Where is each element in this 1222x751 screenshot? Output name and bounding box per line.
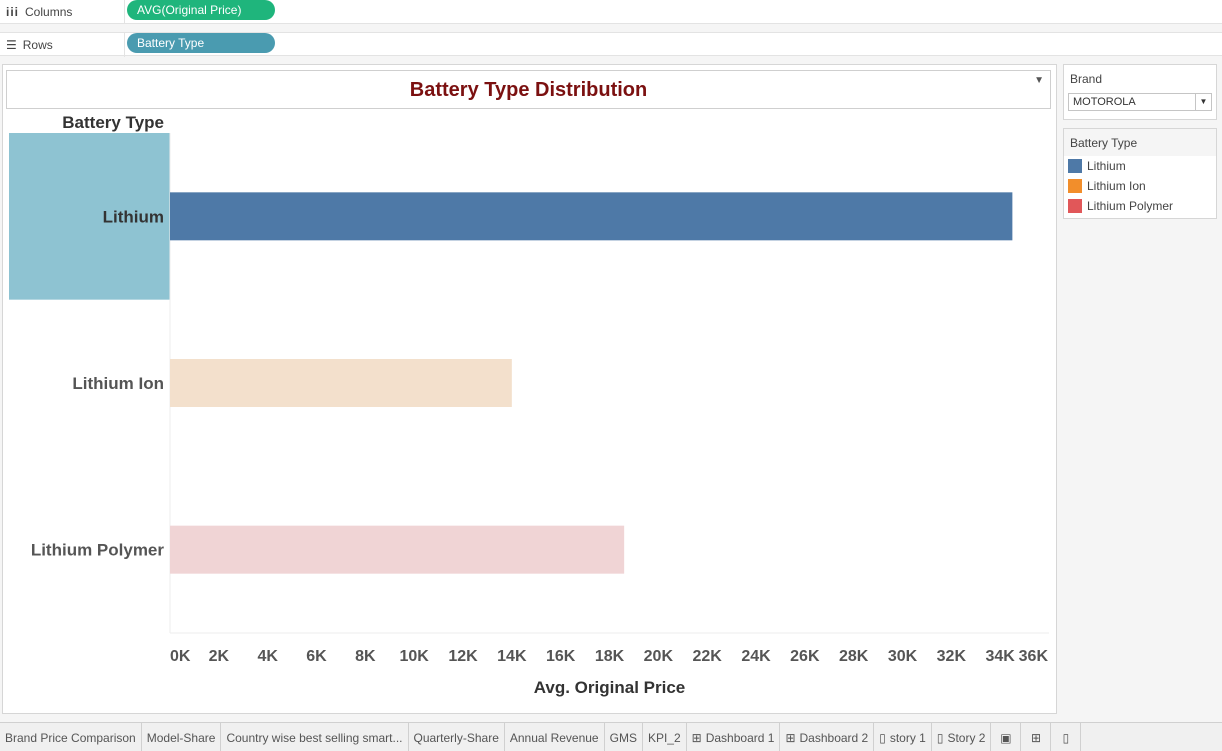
sheet-tab[interactable]: ⊞ Dashboard 2 [780, 723, 875, 751]
x-tick-label: 16K [546, 648, 576, 665]
sheet-tab-label: Story 2 [947, 730, 986, 745]
sheet-tab-label: KPI_2 [647, 730, 681, 745]
x-tick-label: 30K [888, 648, 918, 665]
columns-icon: iii [6, 5, 20, 19]
legend-card: Battery Type Lithium Lithium Ion Lithium P… [1063, 128, 1217, 219]
rows-label-text: Rows [22, 38, 53, 52]
sheet-tab[interactable]: Annual Revenue [505, 723, 605, 751]
x-tick-label: 20K [644, 648, 674, 665]
category-label: Lithium Polymer [31, 541, 165, 560]
sheet-tab-label: Dashboard 1 [705, 730, 775, 745]
sheet-tab-label: Country wise best selling smart... [226, 730, 403, 745]
chevron-down-icon[interactable]: ▼ [1195, 94, 1211, 110]
sheet-tab[interactable]: ▯ story 1 [874, 723, 932, 751]
sheet-tab[interactable]: ⊞ Dashboard 1 [687, 723, 781, 751]
sheet-tab[interactable]: Country wise best selling smart... [221, 723, 409, 751]
legend-item[interactable]: Lithium Polymer [1064, 196, 1216, 216]
tableau-workspace: iii Columns AVG(Original Price) ☰ Rows B… [0, 0, 1222, 751]
legend-item[interactable]: Lithium [1064, 156, 1216, 176]
x-tick-label: 12K [448, 648, 478, 665]
bar [170, 192, 1013, 241]
sheet-tab-label: Brand Price Comparison [5, 730, 136, 745]
rows-pill[interactable]: Battery Type [127, 33, 275, 53]
x-tick-label: 4K [257, 648, 278, 665]
columns-shelf[interactable]: iii Columns AVG(Original Price) [0, 0, 1222, 24]
new-worksheet-icon[interactable]: ▣ [991, 723, 1022, 751]
dashboard-icon: ⊞ [691, 730, 702, 745]
bar-chart: Battery Type Lithium Lithium Ion Lithium Po… [9, 113, 1049, 697]
legend-swatch [1068, 179, 1082, 193]
x-tick-label: 28K [839, 648, 869, 665]
x-tick-label: 6K [306, 648, 327, 665]
x-tick-label: 22K [692, 648, 722, 665]
columns-shelf-label: iii Columns [6, 0, 72, 24]
brand-filter-title: Brand [1070, 72, 1103, 86]
sheet-tab-label: story 1 [889, 730, 926, 745]
x-tick-label: 24K [741, 648, 771, 665]
sheet-tab-label: GMS [609, 730, 637, 745]
x-tick-label: 10K [399, 648, 429, 665]
x-tick-label: 2K [209, 648, 230, 665]
sheet-tab-bar: Brand Price Comparison Model-Share Country… [0, 722, 1222, 751]
category-label: Lithium Ion [72, 374, 164, 393]
sheet-tab[interactable]: GMS [605, 723, 643, 751]
sheet-tab[interactable]: Brand Price Comparison [0, 723, 142, 751]
new-story-icon[interactable]: ▯ [1051, 723, 1082, 751]
legend-label: Lithium [1087, 159, 1126, 173]
columns-label-text: Columns [25, 5, 73, 19]
x-axis-title: Avg. Original Price [534, 678, 685, 697]
sheet-tab-label: Model-Share [146, 730, 216, 745]
rows-shelf-label: ☰ Rows [6, 33, 53, 57]
bar [170, 359, 512, 407]
x-tick-label: 0K [170, 648, 191, 665]
new-dashboard-icon[interactable]: ⊞ [1021, 723, 1052, 751]
x-tick-label: 8K [355, 648, 376, 665]
legend-list: Lithium Lithium Ion Lithium Polymer [1064, 156, 1216, 216]
x-tick-label: 26K [790, 648, 820, 665]
legend-label: Lithium Polymer [1087, 199, 1174, 213]
dashboard-icon: ⊞ [785, 730, 796, 745]
x-tick-label: 32K [937, 648, 967, 665]
shelf-divider [124, 0, 125, 24]
brand-filter-card: Brand MOTOROLA ▼ [1063, 64, 1217, 120]
columns-pill[interactable]: AVG(Original Price) [127, 0, 275, 20]
brand-dropdown[interactable]: MOTOROLA ▼ [1068, 93, 1212, 111]
story-icon: ▯ [879, 730, 886, 745]
x-tick-label: 14K [497, 648, 527, 665]
legend-title: Battery Type [1064, 129, 1216, 156]
legend-item[interactable]: Lithium Ion [1064, 176, 1216, 196]
sheet-tab-label: Dashboard 2 [799, 730, 869, 745]
legend-swatch [1068, 159, 1082, 173]
rows-icon: ☰ [6, 38, 17, 52]
x-tick-label: 18K [595, 648, 625, 665]
sheet-tab-label: Annual Revenue [509, 730, 599, 745]
category-label: Lithium [103, 207, 164, 226]
rows-shelf[interactable]: ☰ Rows Battery Type [0, 32, 1222, 57]
sheet-tab[interactable]: KPI_2 [643, 723, 687, 751]
sheet-tab[interactable]: Quarterly-Share [409, 723, 505, 751]
legend-label: Lithium Ion [1087, 179, 1146, 193]
shelf-divider [124, 33, 125, 57]
story-icon: ▯ [936, 730, 944, 745]
legend-swatch [1068, 199, 1082, 213]
sheet-tab[interactable]: Model-Share [142, 723, 222, 751]
brand-dropdown-value: MOTOROLA [1073, 96, 1136, 108]
row-header: Battery Type [62, 113, 164, 132]
bar [170, 525, 625, 574]
x-tick-label: 36K [1019, 648, 1049, 665]
sheet-tab[interactable]: ▯ Story 2 [932, 723, 992, 751]
sheet-tab-label: Quarterly-Share [413, 730, 499, 745]
x-tick-label: 34K [985, 648, 1015, 665]
viz-pane: Battery Type Distribution ▼ Battery Type… [2, 64, 1057, 714]
